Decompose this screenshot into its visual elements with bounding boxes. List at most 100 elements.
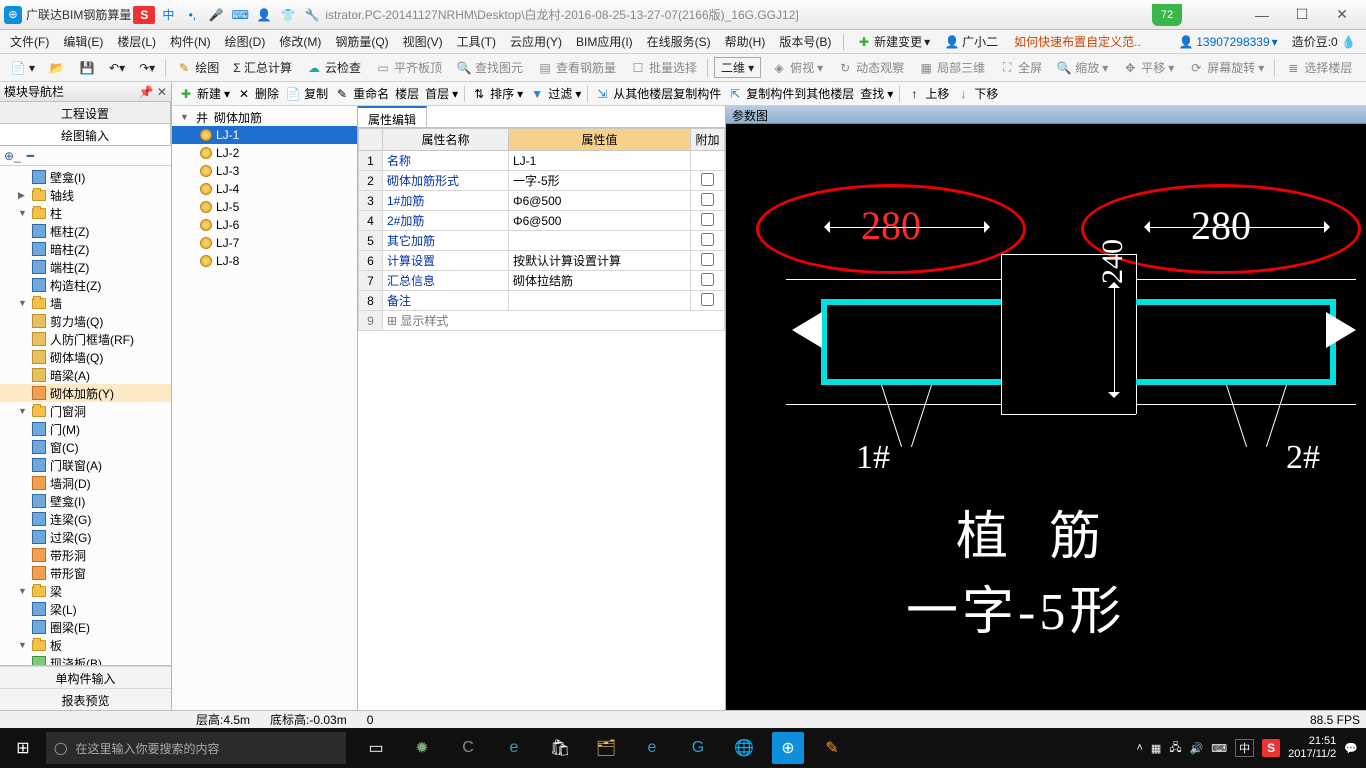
- select-floor-button[interactable]: ≣选择楼层: [1281, 57, 1356, 78]
- tray-lang-icon[interactable]: ⌨: [1211, 742, 1227, 755]
- browser2-icon[interactable]: G: [676, 728, 720, 768]
- tab-draw[interactable]: 绘图输入: [0, 124, 171, 145]
- ime-mic-icon[interactable]: 🎤: [205, 6, 227, 24]
- tip-link[interactable]: 如何快速布置自定义范..: [1008, 31, 1147, 52]
- menu-version[interactable]: 版本号(B): [773, 31, 837, 52]
- find-img-button[interactable]: 🔍查找图元: [452, 57, 527, 78]
- ime-s-icon[interactable]: S: [133, 6, 155, 24]
- taskbar-search[interactable]: ◯ 在这里输入你要搜索的内容: [46, 732, 346, 764]
- chk-2[interactable]: [701, 173, 714, 186]
- user-button[interactable]: 👤广小二: [938, 31, 1004, 52]
- cloud-check-button[interactable]: ☁云检查: [302, 57, 365, 78]
- app-swirl-icon[interactable]: ✹: [400, 728, 444, 768]
- col-value[interactable]: 属性值: [509, 129, 691, 151]
- ime-skin-icon[interactable]: 👕: [277, 6, 299, 24]
- new-change-button[interactable]: ✚新建变更 ▾: [850, 31, 936, 52]
- tray-network-icon[interactable]: 🖧: [1169, 739, 1181, 758]
- nav-tree[interactable]: 壁龛(I) ▶轴线 ▼柱 框柱(Z) 暗柱(Z) 端柱(Z) 构造柱(Z) ▼墙…: [0, 166, 171, 665]
- rename-btn[interactable]: ✎重命名: [334, 85, 389, 102]
- rotate-button[interactable]: ⟳屏幕旋转▾: [1184, 57, 1268, 78]
- maximize-button[interactable]: ☐: [1282, 3, 1322, 27]
- tray-app-icon[interactable]: ▦: [1151, 742, 1161, 755]
- menu-cloud[interactable]: 云应用(Y): [504, 31, 568, 52]
- edge-icon[interactable]: e: [492, 728, 536, 768]
- component-tree[interactable]: ▼井砌体加筋 LJ-1 LJ-2 LJ-3 LJ-4 LJ-5 LJ-6 LJ-…: [172, 106, 357, 710]
- tray-up-icon[interactable]: ˄: [1136, 742, 1142, 754]
- local3d-button[interactable]: ▦局部三维: [914, 57, 989, 78]
- floor-select[interactable]: 首层 ▾: [425, 85, 458, 102]
- coin-label[interactable]: 造价豆:0 💧: [1286, 31, 1362, 52]
- collapse-icon[interactable]: ━: [27, 149, 34, 163]
- menu-steel[interactable]: 钢筋量(Q): [329, 31, 394, 52]
- chk-5[interactable]: [701, 233, 714, 246]
- draw-button[interactable]: ✎绘图: [172, 57, 223, 78]
- fullscreen-button[interactable]: ⛶全屏: [995, 57, 1046, 78]
- start-button[interactable]: ⊞: [0, 728, 46, 768]
- chk-6[interactable]: [701, 253, 714, 266]
- menu-online[interactable]: 在线服务(S): [641, 31, 717, 52]
- pan-button[interactable]: ✥平移▾: [1118, 57, 1178, 78]
- filter-btn[interactable]: ▼过滤 ▾: [529, 85, 581, 102]
- menu-component[interactable]: 构件(N): [164, 31, 217, 52]
- down-btn[interactable]: ↓下移: [955, 85, 998, 102]
- col-extra[interactable]: 附加: [691, 129, 725, 151]
- menu-file[interactable]: 文件(F): [4, 31, 55, 52]
- copy-from-btn[interactable]: ⇲从其他楼层复制构件: [594, 85, 721, 102]
- dyn-view-button[interactable]: ↻动态观察: [833, 57, 908, 78]
- copy-btn[interactable]: 📄复制: [285, 85, 328, 102]
- bird-view-button[interactable]: ◈俯视▾: [767, 57, 827, 78]
- ime-punct-icon[interactable]: •,: [181, 6, 203, 24]
- tray-volume-icon[interactable]: 🔊: [1190, 742, 1204, 755]
- minimize-button[interactable]: —: [1242, 3, 1282, 27]
- prop-tab[interactable]: 属性编辑: [358, 106, 427, 127]
- chk-7[interactable]: [701, 273, 714, 286]
- expand-btn[interactable]: ⊞: [387, 314, 397, 328]
- up-btn[interactable]: ↑上移: [906, 85, 949, 102]
- taskbar-clock[interactable]: 21:51 2017/11/2: [1288, 735, 1336, 761]
- col-name[interactable]: 属性名称: [383, 129, 509, 151]
- drawing-canvas[interactable]: 280 280 240: [726, 124, 1366, 710]
- explorer-icon[interactable]: 🗂: [584, 728, 628, 768]
- app-c-icon[interactable]: C: [446, 728, 490, 768]
- menu-draw[interactable]: 绘图(D): [219, 31, 272, 52]
- menu-edit[interactable]: 编辑(E): [57, 31, 109, 52]
- zoom-button[interactable]: 🔍缩放▾: [1052, 57, 1112, 78]
- tab-project[interactable]: 工程设置: [0, 102, 171, 123]
- menu-bim[interactable]: BIM应用(I): [570, 31, 639, 52]
- redo-button[interactable]: ↷▾: [135, 59, 159, 77]
- open-button[interactable]: 📂: [45, 58, 69, 78]
- undo-button[interactable]: ↶▾: [105, 59, 129, 77]
- expand-icon[interactable]: ⊕_: [4, 149, 21, 163]
- note-icon[interactable]: ✎: [810, 728, 854, 768]
- drawing-tab[interactable]: 参数图: [726, 106, 1366, 124]
- tab-report[interactable]: 报表预览: [0, 688, 171, 710]
- menu-view[interactable]: 视图(V): [397, 31, 449, 52]
- sort-btn[interactable]: ⇅排序 ▾: [471, 85, 523, 102]
- find-btn[interactable]: 查找 ▾: [860, 85, 893, 102]
- menu-help[interactable]: 帮助(H): [719, 31, 772, 52]
- tray-ime-s[interactable]: S: [1262, 739, 1280, 757]
- menu-floor[interactable]: 楼层(L): [111, 31, 162, 52]
- notification-badge[interactable]: 72: [1152, 4, 1182, 26]
- chk-8[interactable]: [701, 293, 714, 306]
- ime-keyboard-icon[interactable]: ⌨: [229, 6, 251, 24]
- close-button[interactable]: ✕: [1322, 3, 1362, 27]
- action-center-icon[interactable]: 💬: [1344, 742, 1358, 755]
- sum-button[interactable]: Σ 汇总计算: [229, 57, 296, 78]
- glodon-icon[interactable]: ⊕: [772, 732, 804, 764]
- menu-tools[interactable]: 工具(T): [451, 31, 502, 52]
- chk-4[interactable]: [701, 213, 714, 226]
- new-file-button[interactable]: 📄▾: [6, 58, 39, 78]
- task-view-icon[interactable]: ▭: [354, 728, 398, 768]
- property-table[interactable]: 属性名称 属性值 附加 1名称LJ-1 2砌体加筋形式一字-5形 31#加筋Φ6…: [358, 128, 725, 710]
- ime-zhong[interactable]: 中: [157, 6, 179, 24]
- new-btn[interactable]: ✚新建 ▾: [178, 85, 230, 102]
- chrome-icon[interactable]: 🌐: [722, 728, 766, 768]
- ime-tools-icon[interactable]: 🔧: [301, 6, 323, 24]
- chk-3[interactable]: [701, 193, 714, 206]
- ie-icon[interactable]: e: [630, 728, 674, 768]
- view-steel-button[interactable]: ▤查看钢筋量: [533, 57, 620, 78]
- dim-select[interactable]: 二维 ▾: [714, 57, 761, 78]
- pin-icon[interactable]: 📌 ✕: [139, 85, 167, 99]
- store-icon[interactable]: 🛍: [538, 728, 582, 768]
